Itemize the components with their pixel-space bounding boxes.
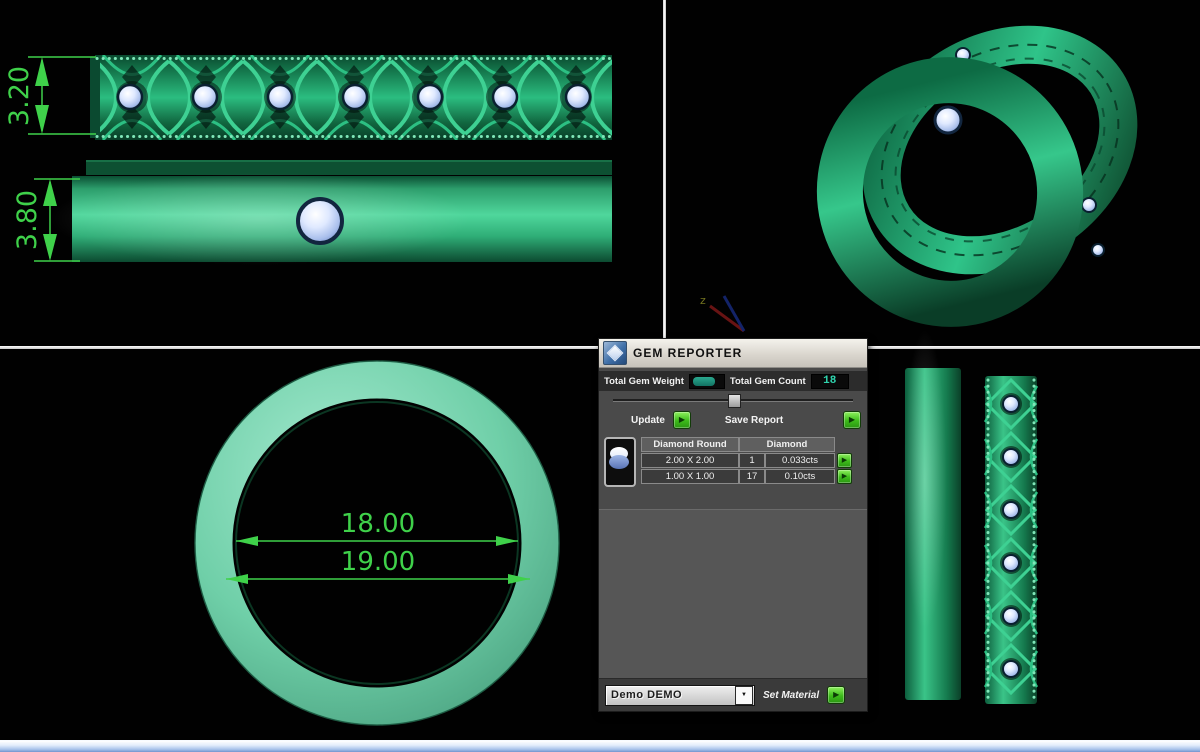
slider-handle[interactable] — [728, 394, 741, 408]
gem-reporter-dialog: GEM REPORTER Total Gem Weight Total Gem … — [598, 338, 868, 712]
cad-workspace: 3.20 3.80 — [0, 0, 1200, 752]
totals-row: Total Gem Weight Total Gem Count 18 — [599, 371, 867, 391]
set-material-run-button[interactable]: ▶ — [827, 686, 845, 704]
gem-slider — [613, 394, 853, 406]
gem-row-size[interactable]: 2.00 X 2.00 — [641, 453, 739, 468]
viewport-perspective[interactable] — [666, 0, 1200, 346]
dropdown-arrow-icon[interactable]: ▼ — [735, 686, 753, 705]
material-dropdown-value: Demo DEMO — [606, 689, 735, 701]
gem-table-section: Diamond Round Diamond 2.00 X 2.00 1 0.03… — [599, 433, 867, 503]
gem-row-weight[interactable]: 0.033cts — [765, 453, 835, 468]
gem-row-size[interactable]: 1.00 X 1.00 — [641, 469, 739, 484]
set-material-label: Set Material — [763, 690, 819, 701]
viewport-top[interactable] — [0, 349, 598, 740]
dialog-titlebar[interactable]: GEM REPORTER — [599, 339, 867, 368]
gem-row-weight[interactable]: 0.10cts — [765, 469, 835, 484]
actions-row: Update ▶ Save Report ▶ — [599, 407, 867, 433]
update-run-button[interactable]: ▶ — [673, 411, 691, 429]
save-report-run-button[interactable]: ▶ — [843, 411, 861, 429]
taskbar-edge-strip — [0, 740, 1200, 752]
update-label: Update — [631, 415, 665, 426]
play-icon: ▶ — [833, 691, 839, 699]
gem-row-select-button[interactable]: ▶ — [837, 469, 852, 484]
gem-body — [609, 455, 629, 469]
material-dropdown[interactable]: Demo DEMO ▼ — [605, 685, 755, 706]
viewport-side[interactable] — [868, 349, 1200, 740]
header-button-spacer — [835, 437, 852, 452]
total-gem-weight-label: Total Gem Weight — [604, 376, 684, 387]
total-gem-weight-value — [689, 374, 725, 389]
play-icon: ▶ — [849, 416, 855, 424]
gem-row-count[interactable]: 17 — [739, 469, 765, 484]
save-report-label: Save Report — [725, 415, 783, 426]
viewport-splitter-vertical[interactable] — [663, 0, 666, 347]
dialog-empty-area — [599, 509, 867, 678]
column-header-material[interactable]: Diamond — [739, 437, 835, 452]
total-gem-count-label: Total Gem Count — [730, 376, 806, 387]
play-icon: ▶ — [842, 473, 847, 480]
gem-row-select-button[interactable]: ▶ — [837, 453, 852, 468]
count-value-text: 18 — [823, 375, 836, 387]
gem-row-count[interactable]: 1 — [739, 453, 765, 468]
play-icon: ▶ — [679, 416, 685, 424]
gem-table: Diamond Round Diamond 2.00 X 2.00 1 0.03… — [641, 437, 862, 503]
gem-preview-image — [604, 437, 636, 487]
viewport-front[interactable] — [0, 0, 663, 346]
column-header-cut[interactable]: Diamond Round — [641, 437, 739, 452]
gem-reporter-icon — [603, 341, 627, 365]
dialog-title: GEM REPORTER — [633, 346, 742, 360]
material-bar: Demo DEMO ▼ Set Material ▶ — [599, 678, 867, 711]
weight-value-pill — [693, 377, 715, 386]
play-icon: ▶ — [842, 457, 847, 464]
total-gem-count-value: 18 — [811, 374, 849, 389]
